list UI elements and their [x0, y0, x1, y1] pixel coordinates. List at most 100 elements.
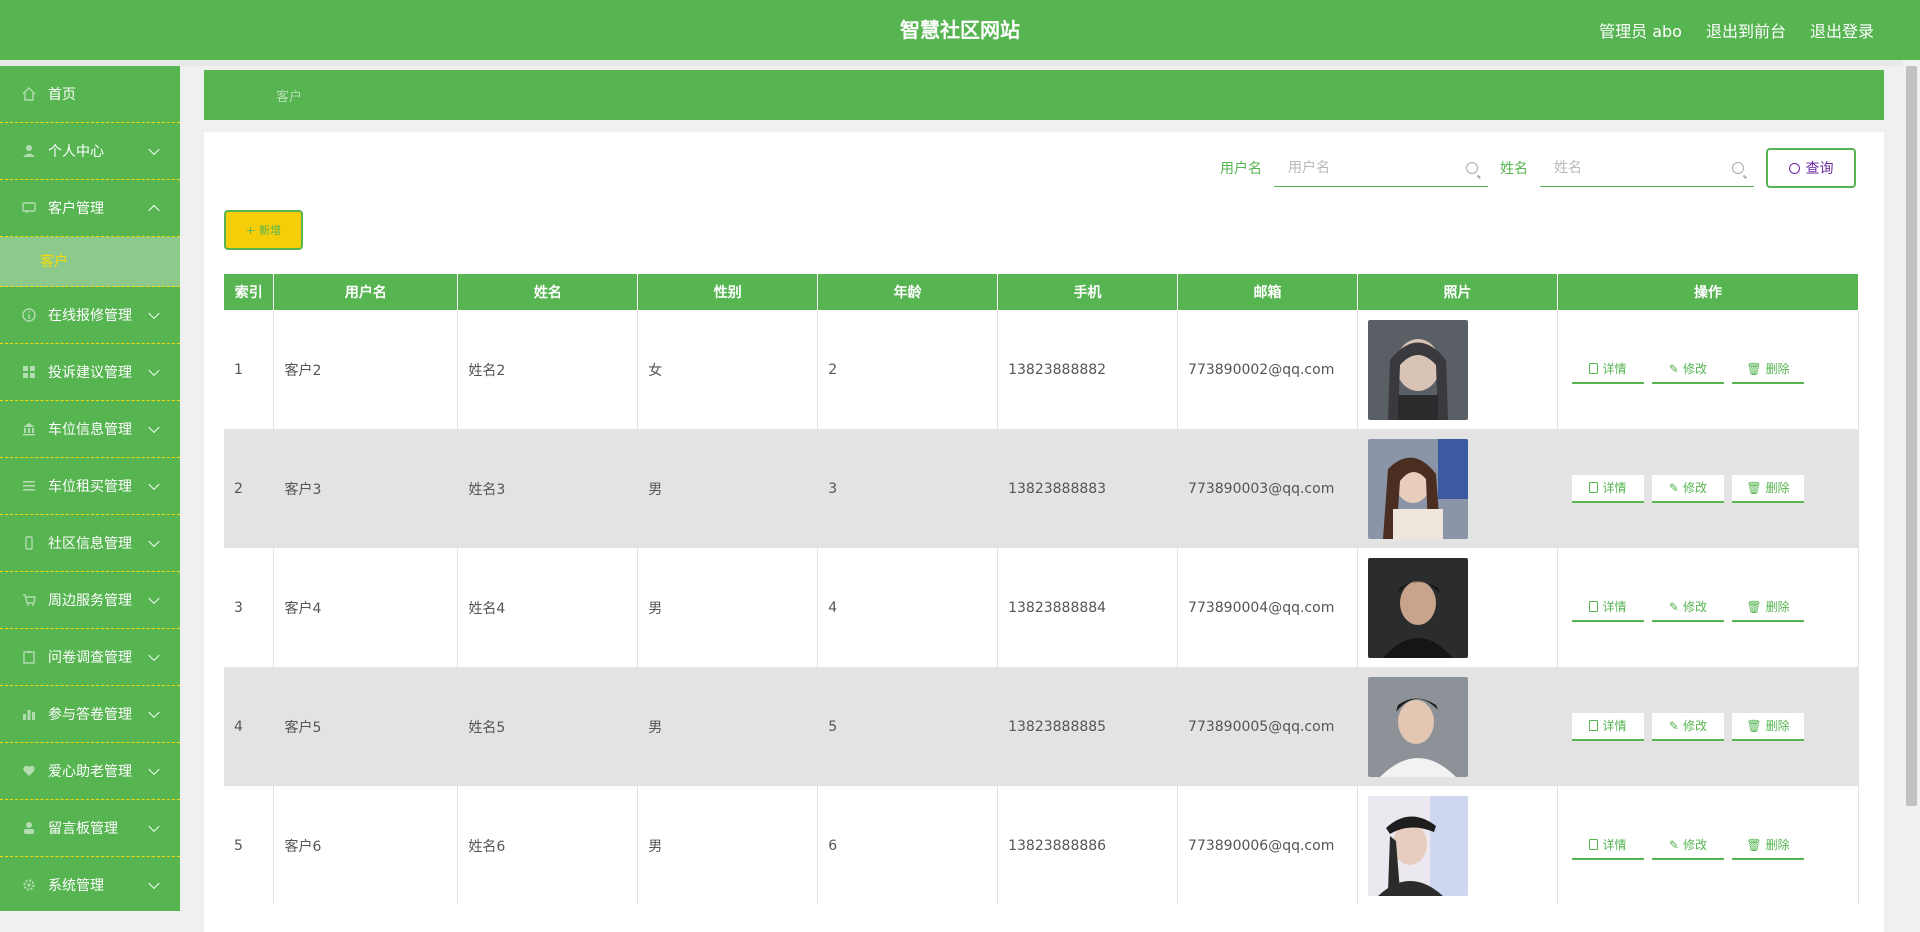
name-input[interactable] — [1540, 149, 1754, 186]
sidebar-item-label: 社区信息管理 — [48, 536, 132, 552]
customer-photo[interactable] — [1368, 795, 1469, 896]
table-row[interactable]: 4 客户5 姓名5 男 5 13823888885 773890005@qq.c… — [224, 667, 1860, 786]
detail-label: 详情 — [1602, 481, 1627, 495]
column-header[interactable]: 用户名 — [273, 274, 459, 310]
document-icon — [1589, 839, 1599, 850]
sidebar-item-label: 投诉建议管理 — [48, 365, 132, 381]
name-label: 姓名 — [1500, 161, 1528, 177]
cell-index: 4 — [224, 667, 275, 786]
sidebar-item-system[interactable]: 系统管理 — [0, 857, 180, 911]
chevron-down-icon — [148, 421, 160, 434]
customer-photo[interactable] — [1368, 438, 1469, 539]
detail-button[interactable]: 详情 — [1571, 355, 1644, 384]
logout-link[interactable]: 退出登录 — [1810, 18, 1874, 42]
sidebar-item-messages[interactable]: 留言板管理 — [0, 800, 180, 857]
vertical-scrollbar[interactable] — [1903, 60, 1920, 911]
sidebar-item-parking-info[interactable]: 车位信息管理 — [0, 401, 180, 458]
sidebar-item-surveys[interactable]: 问卷调查管理 — [0, 629, 180, 686]
query-button[interactable]: 查询 — [1766, 148, 1856, 188]
delete-label: 删除 — [1765, 719, 1790, 733]
chevron-down-icon — [148, 535, 160, 548]
detail-button[interactable]: 详情 — [1571, 831, 1644, 860]
sidebar-item-label: 客户管理 — [48, 201, 104, 217]
edit-button[interactable]: ✎ 修改 — [1651, 593, 1724, 622]
sidebar-item-answers[interactable]: 参与答卷管理 — [0, 686, 180, 743]
cell-name: 姓名5 — [457, 667, 639, 786]
trash-icon: 🗑 — [1746, 599, 1762, 614]
delete-button[interactable]: 🗑 删除 — [1731, 355, 1804, 384]
cell-email: 773890004@qq.com — [1177, 548, 1359, 667]
cell-age: 3 — [817, 429, 999, 548]
sidebar-item-community-info[interactable]: 社区信息管理 — [0, 515, 180, 572]
delete-button[interactable]: 🗑 删除 — [1731, 593, 1804, 622]
sidebar-item-customers[interactable]: 客户管理 — [0, 180, 180, 237]
detail-button[interactable]: 详情 — [1571, 593, 1644, 622]
customer-photo[interactable] — [1368, 319, 1469, 420]
list-icon — [22, 479, 36, 493]
delete-button[interactable]: 🗑 删除 — [1731, 712, 1804, 741]
edit-button[interactable]: ✎ 修改 — [1651, 474, 1724, 503]
edit-label: 修改 — [1682, 600, 1707, 614]
customer-photo[interactable] — [1368, 557, 1469, 658]
username-field — [1274, 149, 1488, 187]
column-header[interactable]: 姓名 — [457, 274, 639, 310]
cart-icon — [22, 593, 36, 607]
column-header[interactable]: 索引 — [224, 274, 275, 310]
column-header[interactable]: 年龄 — [817, 274, 999, 310]
heart-icon — [22, 764, 36, 778]
edit-button[interactable]: ✎ 修改 — [1651, 712, 1724, 741]
sidebar-item-label: 参与答卷管理 — [48, 707, 132, 723]
sidebar-item-complaints[interactable]: 投诉建议管理 — [0, 344, 180, 401]
search-icon — [1732, 162, 1744, 174]
chevron-down-icon — [148, 143, 160, 156]
document-icon — [1589, 720, 1599, 731]
cell-username: 客户4 — [273, 548, 459, 667]
top-navbar: 智慧社区网站 管理员 abo 退出到前台 退出登录 — [0, 0, 1920, 60]
chevron-down-icon — [148, 877, 160, 890]
customer-photo[interactable] — [1368, 676, 1469, 777]
cell-username: 客户3 — [273, 429, 459, 548]
delete-button[interactable]: 🗑 删除 — [1731, 831, 1804, 860]
cell-photo — [1357, 786, 1558, 905]
document-icon — [1589, 363, 1599, 374]
exit-to-front-link[interactable]: 退出到前台 — [1706, 18, 1786, 42]
sidebar-item-nearby-services[interactable]: 周边服务管理 — [0, 572, 180, 629]
plus-icon: + — [245, 223, 256, 237]
sidebar-item-profile[interactable]: 个人中心 — [0, 123, 180, 180]
column-header[interactable]: 照片 — [1357, 274, 1558, 310]
bank-icon — [22, 422, 36, 436]
query-button-label: 查询 — [1805, 161, 1834, 177]
edit-label: 修改 — [1682, 481, 1707, 495]
sidebar-item-home[interactable]: 首页 — [0, 66, 180, 123]
column-header[interactable]: 手机 — [997, 274, 1179, 310]
sidebar-subitem-customer[interactable]: 客户 — [0, 237, 180, 287]
column-header[interactable]: 操作 — [1557, 274, 1860, 310]
table-row[interactable]: 5 客户6 姓名6 男 6 13823888886 773890006@qq.c… — [224, 786, 1860, 905]
table-row[interactable]: 2 客户3 姓名3 男 3 13823888883 773890003@qq.c… — [224, 429, 1860, 548]
sidebar-item-elder-care[interactable]: 爱心助老管理 — [0, 743, 180, 800]
detail-button[interactable]: 详情 — [1571, 712, 1644, 741]
detail-button[interactable]: 详情 — [1571, 474, 1644, 503]
person-icon — [22, 821, 36, 835]
chevron-down-icon — [148, 649, 160, 662]
cell-email: 773890002@qq.com — [1177, 310, 1359, 429]
column-header[interactable]: 邮箱 — [1177, 274, 1359, 310]
edit-button[interactable]: ✎ 修改 — [1651, 831, 1724, 860]
sidebar-item-label: 在线报修管理 — [48, 308, 132, 324]
cell-gender: 女 — [637, 310, 819, 429]
customer-table: 索引 用户名 姓名 性别 年龄 手机 邮箱 照片 操作 1 客户2 姓名2 女 — [224, 274, 1860, 905]
sidebar-item-repairs[interactable]: 在线报修管理 — [0, 287, 180, 344]
table-row[interactable]: 1 客户2 姓名2 女 2 13823888882 773890002@qq.c… — [224, 310, 1860, 429]
scrollbar-thumb[interactable] — [1906, 66, 1917, 806]
pencil-icon: ✎ — [1668, 361, 1679, 376]
column-header[interactable]: 性别 — [637, 274, 819, 310]
search-icon — [1466, 162, 1478, 174]
table-row[interactable]: 3 客户4 姓名4 男 4 13823888884 773890004@qq.c… — [224, 548, 1860, 667]
edit-button[interactable]: ✎ 修改 — [1651, 355, 1724, 384]
sidebar-item-parking-rent[interactable]: 车位租买管理 — [0, 458, 180, 515]
add-button[interactable]: + 新增 — [224, 210, 303, 250]
delete-button[interactable]: 🗑 删除 — [1731, 474, 1804, 503]
cell-actions: 详情 ✎ 修改 🗑 删除 — [1557, 786, 1860, 905]
add-button-label: 新增 — [259, 224, 282, 237]
username-input[interactable] — [1274, 149, 1488, 186]
